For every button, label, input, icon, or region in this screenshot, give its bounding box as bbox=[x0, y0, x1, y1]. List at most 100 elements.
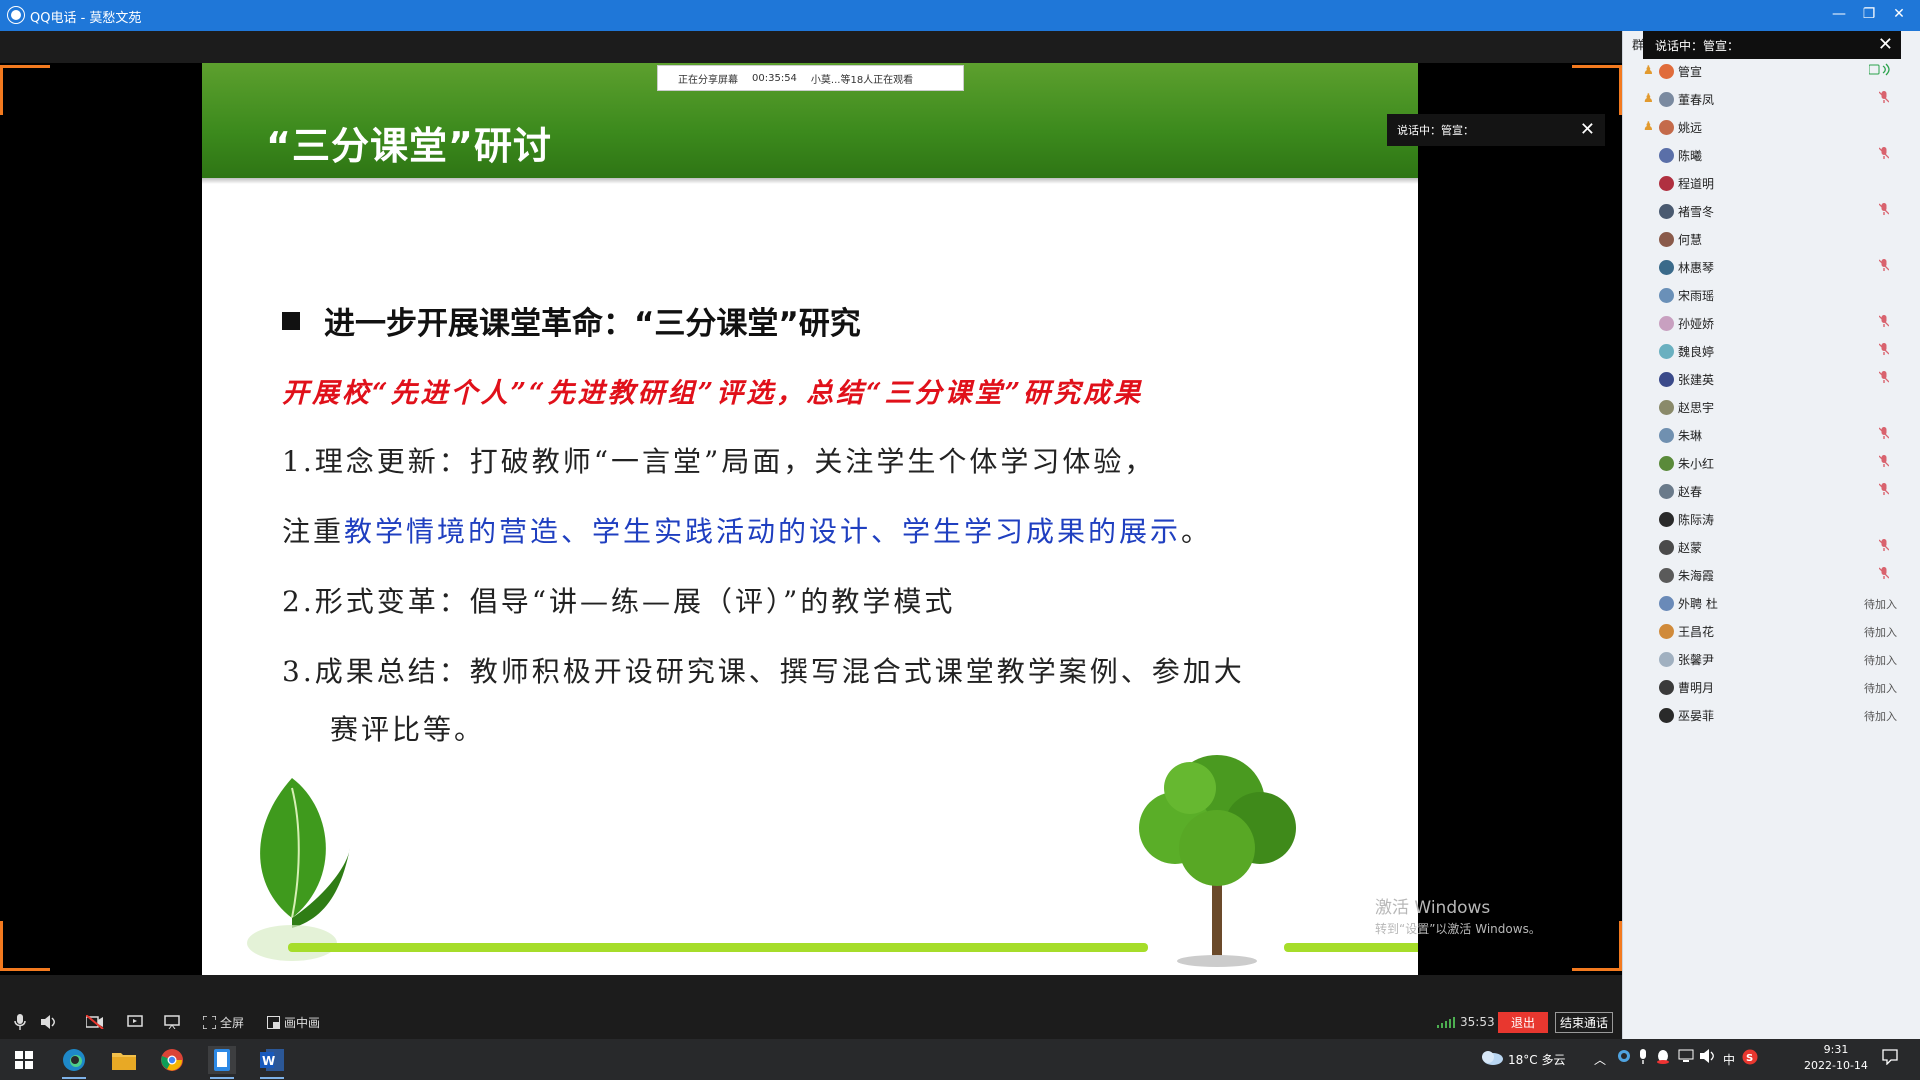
file-explorer-icon[interactable] bbox=[110, 1046, 138, 1074]
end-call-button[interactable]: 结束通话 bbox=[1555, 1012, 1613, 1033]
speaker-icon[interactable] bbox=[40, 1014, 58, 1030]
member-name: 朱海霞 bbox=[1678, 569, 1715, 583]
member-name: 赵蒙 bbox=[1678, 541, 1703, 555]
member-row[interactable]: 宋雨瑶 bbox=[1623, 281, 1920, 309]
member-name: 林惠琴 bbox=[1678, 261, 1715, 275]
member-row[interactable]: 朱小红 bbox=[1623, 449, 1920, 477]
exit-button[interactable]: 退出 bbox=[1498, 1012, 1548, 1033]
network-icon[interactable] bbox=[1678, 1049, 1694, 1066]
mic-muted-icon bbox=[1878, 455, 1891, 469]
slide-item-3: 3.成果总结：教师积极开设研究课、撰写混合式课堂教学案例、参加大 bbox=[282, 655, 1245, 688]
presentation-slide: “三分课堂”研讨 正在分享屏幕 00:35:54 小莫...等18人正在观看 进… bbox=[202, 63, 1418, 975]
picture-in-picture-button[interactable]: 画中画 bbox=[267, 1014, 320, 1031]
avatar bbox=[1659, 624, 1674, 639]
restore-button[interactable]: ❐ bbox=[1854, 0, 1884, 28]
member-name: 赵思宇 bbox=[1678, 401, 1715, 415]
screen-share-status-bar[interactable]: 正在分享屏幕 00:35:54 小莫...等18人正在观看 bbox=[657, 65, 964, 91]
call-timer: 35:53 bbox=[1460, 1015, 1495, 1029]
slide-heading: 进一步开展课堂革命：“三分课堂”研究 bbox=[282, 298, 1362, 343]
member-row[interactable]: 张建英 bbox=[1623, 365, 1920, 393]
word-icon[interactable]: W bbox=[258, 1046, 286, 1079]
windows-start-icon[interactable] bbox=[10, 1046, 38, 1074]
avatar bbox=[1659, 232, 1674, 247]
fullscreen-button[interactable]: 全屏 bbox=[203, 1014, 244, 1031]
weather-text[interactable]: 18°C 多云 bbox=[1508, 1051, 1565, 1068]
member-row[interactable]: ♟ 董春凤 bbox=[1623, 85, 1920, 113]
member-row[interactable]: 王昌花 待加入 bbox=[1623, 617, 1920, 645]
mic-icon[interactable] bbox=[11, 1014, 29, 1030]
member-row[interactable]: 曹明月 待加入 bbox=[1623, 673, 1920, 701]
member-row[interactable]: 程道明 bbox=[1623, 169, 1920, 197]
member-row[interactable]: 褚雪冬 bbox=[1623, 197, 1920, 225]
avatar bbox=[1659, 176, 1674, 191]
avatar bbox=[1659, 400, 1674, 415]
member-row[interactable]: 陈际涛 bbox=[1623, 505, 1920, 533]
chrome-icon[interactable] bbox=[158, 1046, 186, 1074]
member-row[interactable]: ♟ 姚远 bbox=[1623, 113, 1920, 141]
avatar bbox=[1659, 484, 1674, 499]
pending-status: 待加入 bbox=[1864, 710, 1897, 723]
close-icon[interactable]: ✕ bbox=[1878, 34, 1893, 55]
member-row[interactable]: 赵思宇 bbox=[1623, 393, 1920, 421]
avatar bbox=[1659, 344, 1674, 359]
member-row[interactable]: 林惠琴 bbox=[1623, 253, 1920, 281]
admin-person-icon: ♟ bbox=[1643, 63, 1654, 77]
member-name: 巫晏菲 bbox=[1678, 709, 1715, 723]
member-row[interactable]: 赵蒙 bbox=[1623, 533, 1920, 561]
signal-strength-icon bbox=[1437, 1017, 1455, 1028]
member-name: 陈曦 bbox=[1678, 149, 1703, 163]
member-row[interactable]: 何慧 bbox=[1623, 225, 1920, 253]
member-name: 张馨尹 bbox=[1678, 653, 1715, 667]
mic-muted-icon bbox=[1878, 427, 1891, 441]
member-row[interactable]: 孙娅娇 bbox=[1623, 309, 1920, 337]
microphone-tray-icon[interactable] bbox=[1638, 1049, 1648, 1068]
whiteboard-icon[interactable] bbox=[163, 1014, 181, 1030]
shared-screen-area: “三分课堂”研讨 正在分享屏幕 00:35:54 小莫...等18人正在观看 进… bbox=[0, 31, 1622, 1005]
member-row[interactable]: 外聘 杜 待加入 bbox=[1623, 589, 1920, 617]
speaking-banner-text: 说话中：管宣： bbox=[1655, 38, 1740, 53]
member-name: 孙娅娇 bbox=[1678, 317, 1715, 331]
member-name: 姚远 bbox=[1678, 121, 1703, 135]
member-row[interactable]: 魏良婷 bbox=[1623, 337, 1920, 365]
member-row[interactable]: 陈曦 bbox=[1623, 141, 1920, 169]
member-row[interactable]: 张馨尹 待加入 bbox=[1623, 645, 1920, 673]
avatar bbox=[1659, 260, 1674, 275]
speaking-mic-icon bbox=[1868, 63, 1895, 77]
member-name: 曹明月 bbox=[1678, 681, 1715, 695]
camera-off-icon[interactable] bbox=[86, 1014, 104, 1030]
member-row[interactable]: ♟ 管宣 bbox=[1623, 57, 1920, 85]
onedrive-icon[interactable] bbox=[1616, 1049, 1632, 1066]
qq-tray-icon[interactable] bbox=[1656, 1049, 1670, 1068]
minimize-button[interactable]: — bbox=[1824, 0, 1854, 28]
edge-browser-icon[interactable] bbox=[60, 1046, 88, 1079]
slide-heading-text: 进一步开展课堂革命：“三分课堂”研究 bbox=[324, 306, 861, 342]
member-row[interactable]: 巫晏菲 待加入 bbox=[1623, 701, 1920, 729]
avatar bbox=[1659, 708, 1674, 723]
screen-share-icon[interactable] bbox=[126, 1014, 144, 1030]
call-toolbar: 全屏 画中画 35:53 退出 结束通话 bbox=[0, 1005, 1622, 1039]
svg-text:S: S bbox=[1746, 1053, 1753, 1064]
member-name: 陈际涛 bbox=[1678, 513, 1715, 527]
close-icon[interactable]: ✕ bbox=[1580, 119, 1595, 140]
decorative-green-line bbox=[288, 943, 1148, 952]
pip-icon bbox=[267, 1016, 280, 1029]
volume-icon[interactable] bbox=[1700, 1049, 1716, 1066]
member-row[interactable]: 朱海霞 bbox=[1623, 561, 1920, 589]
weather-icon[interactable] bbox=[1480, 1048, 1504, 1069]
notification-icon[interactable] bbox=[1882, 1049, 1898, 1068]
watermark-title: 激活 Windows bbox=[1375, 898, 1491, 918]
member-name: 宋雨瑶 bbox=[1678, 289, 1715, 303]
clock[interactable]: 9:31 2022-10-14 bbox=[1804, 1042, 1868, 1074]
mic-muted-icon bbox=[1878, 371, 1891, 385]
member-row[interactable]: 赵春 bbox=[1623, 477, 1920, 505]
mic-muted-icon bbox=[1878, 343, 1891, 357]
chevron-up-icon[interactable]: ︿ bbox=[1594, 1051, 1606, 1068]
tablet-app-icon[interactable] bbox=[208, 1046, 236, 1079]
speaking-text: 说话中：管宣： bbox=[1397, 124, 1474, 137]
sogou-icon[interactable]: S bbox=[1742, 1049, 1758, 1068]
member-row[interactable]: 朱琳 bbox=[1623, 421, 1920, 449]
ime-indicator[interactable]: 中 bbox=[1723, 1051, 1735, 1068]
close-button[interactable]: ✕ bbox=[1884, 0, 1914, 28]
avatar bbox=[1659, 596, 1674, 611]
member-name: 张建英 bbox=[1678, 373, 1715, 387]
